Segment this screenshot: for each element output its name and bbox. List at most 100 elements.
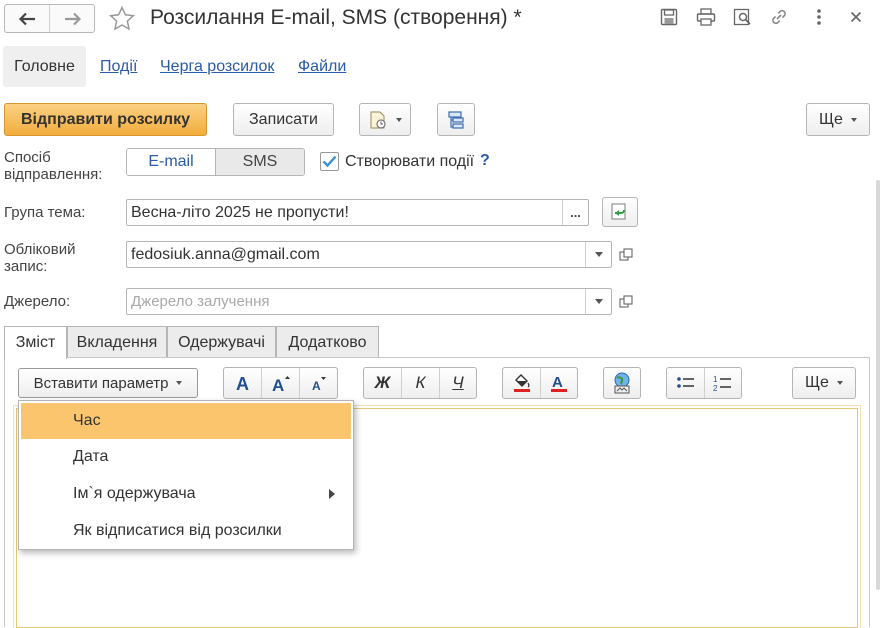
account-dropdown-button[interactable] [585, 242, 611, 267]
italic-button[interactable]: К [402, 368, 440, 398]
section-tab-files[interactable]: Файли [298, 58, 346, 76]
bullet-list-button[interactable] [667, 368, 705, 398]
text-color-icon: A [551, 374, 567, 392]
bold-button[interactable]: Ж [364, 368, 402, 398]
source-open-button[interactable] [614, 288, 638, 316]
report-icon [370, 111, 386, 129]
refresh-subject-button[interactable] [602, 197, 638, 227]
favorite-star[interactable] [108, 5, 136, 33]
chevron-down-icon [176, 381, 183, 385]
print-button[interactable] [695, 6, 717, 28]
tab-attachments[interactable]: Вкладення [67, 326, 167, 358]
menu-item-recipient-name-label: Ім`я одержувача [73, 485, 196, 502]
menu-item-time[interactable]: Час [21, 403, 351, 439]
more-menu-button[interactable]: Ще [806, 103, 870, 136]
fill-color-icon [513, 374, 530, 392]
window-scrollbar[interactable] [876, 180, 880, 590]
font-normal-button[interactable]: A [224, 368, 262, 398]
svg-text:A: A [312, 379, 321, 392]
font-icon: A [236, 374, 249, 392]
svg-text:1: 1 [713, 375, 718, 384]
insert-image-group [603, 367, 641, 399]
open-form-icon [619, 248, 633, 261]
structure-icon [448, 110, 464, 129]
section-tab-main[interactable]: Головне [3, 46, 86, 87]
preview-button[interactable] [732, 6, 754, 28]
svg-text:2: 2 [713, 384, 718, 392]
copy-link-button[interactable] [768, 6, 790, 28]
print-icon [696, 8, 716, 26]
account-open-button[interactable] [614, 241, 638, 269]
link-icon [772, 9, 786, 25]
numbered-list-button[interactable]: 12 [705, 368, 741, 398]
forward-button[interactable] [50, 5, 95, 32]
text-style-group: Ж К Ч [363, 367, 477, 399]
method-option-sms[interactable]: SMS [216, 149, 304, 175]
editor-more-button[interactable]: Ще [792, 367, 856, 399]
checkmark-icon [322, 155, 337, 168]
ellipsis-label: ... [570, 205, 581, 220]
close-button[interactable] [845, 6, 867, 28]
close-icon [850, 11, 862, 23]
account-value: fedosiuk.anna@gmail.com [131, 246, 320, 263]
structure-button[interactable] [437, 103, 475, 136]
chevron-down-icon [836, 381, 843, 385]
tab-additional[interactable]: Додатково [276, 326, 379, 358]
insert-parameter-button[interactable]: Вставити параметр [18, 368, 198, 398]
method-toggle: E-mail SMS [126, 148, 305, 176]
tab-content[interactable]: Зміст [4, 326, 67, 359]
menu-item-unsubscribe[interactable]: Як відписатися від розсилки [19, 513, 353, 549]
chevron-right-icon [329, 489, 335, 499]
numbered-list-icon: 12 [713, 375, 731, 392]
menu-item-date[interactable]: Дата [19, 439, 353, 475]
help-link[interactable]: ? [480, 152, 490, 170]
section-tab-queue[interactable]: Черга розсилок [160, 58, 274, 76]
save-icon [660, 8, 678, 26]
source-field[interactable]: Джерело залучення [126, 288, 612, 315]
section-tab-events[interactable]: Події [100, 58, 137, 76]
save-window-button[interactable] [658, 6, 680, 28]
method-option-email[interactable]: E-mail [127, 149, 216, 175]
send-mailing-button[interactable]: Відправити розсилку [4, 103, 207, 136]
insert-parameter-label: Вставити параметр [33, 374, 169, 392]
method-label: Спосіб відправлення: [4, 149, 103, 183]
forward-arrow-icon [64, 12, 81, 25]
color-group: A [502, 367, 578, 399]
tab-recipients[interactable]: Одержувачі [167, 326, 276, 358]
chevron-down-icon [594, 252, 603, 257]
back-arrow-icon [18, 12, 35, 25]
create-events-checkbox[interactable] [320, 152, 339, 171]
subject-select-button[interactable]: ... [562, 200, 588, 225]
open-form-icon [619, 295, 633, 308]
window-title: Розсилання E-mail, SMS (створення) * [150, 6, 522, 29]
source-label: Джерело: [4, 293, 71, 310]
text-color-button[interactable]: A [541, 368, 577, 398]
more-menu-label: Ще [819, 110, 843, 128]
chevron-down-icon [850, 117, 857, 122]
kebab-icon [817, 9, 821, 25]
font-size-group: A A A [223, 367, 338, 399]
account-label: Обліковий запис: [4, 241, 76, 275]
menu-item-recipient-name[interactable]: Ім`я одержувача [19, 476, 353, 512]
save-button[interactable]: Записати [233, 103, 334, 136]
underline-button[interactable]: Ч [440, 368, 476, 398]
more-actions-button[interactable] [808, 6, 830, 28]
subject-field[interactable]: Весна-літо 2025 не пропусти! ... [126, 199, 589, 226]
source-dropdown-button[interactable] [585, 289, 611, 314]
preview-icon [733, 8, 751, 26]
list-group: 12 [666, 367, 742, 399]
back-button[interactable] [5, 5, 50, 32]
account-field[interactable]: fedosiuk.anna@gmail.com [126, 241, 612, 268]
insert-image-icon [614, 372, 630, 394]
font-grow-button[interactable]: A [262, 368, 300, 398]
chevron-down-icon [396, 117, 402, 122]
star-icon [108, 5, 136, 31]
create-events-label: Створювати події [345, 153, 475, 170]
insert-parameter-menu: Час Дата Ім`я одержувача Як відписатися … [18, 400, 354, 550]
insert-image-button[interactable] [604, 368, 640, 398]
report-menu-button[interactable] [359, 103, 411, 136]
fill-color-button[interactable] [503, 368, 541, 398]
font-shrink-button[interactable]: A [300, 368, 337, 398]
subject-value: Весна-літо 2025 не пропусти! [131, 204, 349, 221]
source-placeholder: Джерело залучення [131, 293, 270, 310]
